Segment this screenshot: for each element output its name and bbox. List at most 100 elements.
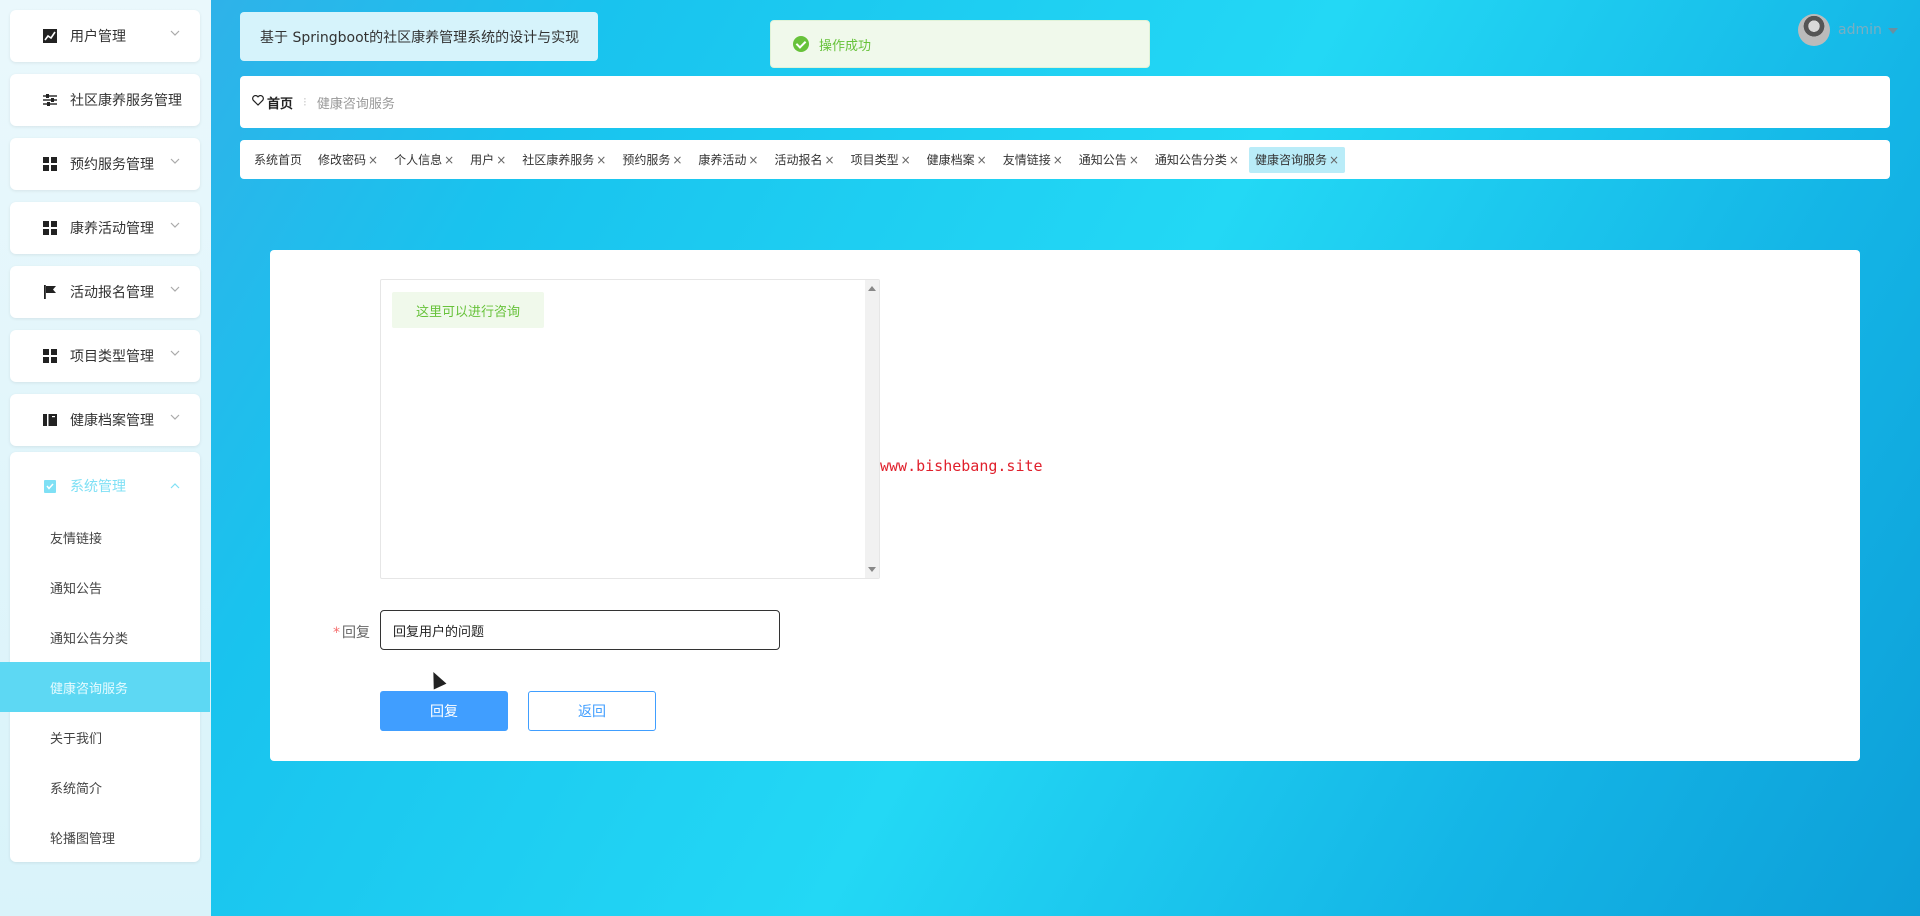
sidebar-item-activity[interactable]: 康养活动管理 — [10, 202, 200, 254]
flag-icon — [42, 284, 58, 300]
avatar — [1798, 14, 1830, 46]
sidebar-subitem-notice-categories[interactable]: 通知公告分类 — [10, 612, 200, 662]
sidebar-subitem-carousel[interactable]: 轮播图管理 — [10, 812, 200, 862]
close-icon[interactable]: × — [368, 153, 378, 167]
sidebar-item-signup[interactable]: 活动报名管理 — [10, 266, 200, 318]
close-icon[interactable]: × — [977, 153, 987, 167]
sidebar-subitem-system-intro[interactable]: 系统简介 — [10, 762, 200, 812]
scrollbar[interactable] — [865, 280, 879, 578]
reply-input[interactable] — [380, 610, 780, 650]
tags-bar: 系统首页 修改密码 × 个人信息 × 用户 × 社区康养服务 × 预约服务 × 康养活动 ×… — [240, 140, 1890, 179]
clipboard-check-icon — [42, 478, 58, 494]
tag-community-service[interactable]: 社区康养服务 × — [516, 147, 612, 173]
user-name: admin — [1838, 22, 1882, 38]
chevron-down-icon — [170, 350, 180, 356]
tag-friend-links[interactable]: 友情链接 × — [997, 147, 1069, 173]
tag-project-type[interactable]: 项目类型 × — [845, 147, 917, 173]
tag-label: 预约服务 — [622, 153, 671, 167]
tag-label: 友情链接 — [1002, 153, 1051, 167]
reply-label-text: 回复 — [342, 625, 370, 641]
scroll-down-icon[interactable] — [868, 567, 876, 572]
sidebar-item-user-management[interactable]: 用户管理 — [10, 10, 200, 62]
sidebar-subitem-health-consult[interactable]: 健康咨询服务 — [0, 662, 210, 712]
sidebar-item-health-records[interactable]: 健康档案管理 — [10, 394, 200, 446]
chevron-down-icon — [170, 286, 180, 292]
sidebar-item-label: 活动报名管理 — [70, 285, 154, 301]
close-icon[interactable]: × — [596, 153, 606, 167]
chevron-down-icon — [170, 30, 180, 36]
scroll-up-icon[interactable] — [868, 286, 876, 291]
sidebar-item-community-service[interactable]: 社区康养服务管理 — [10, 74, 200, 126]
heart-icon — [252, 94, 264, 110]
sidebar-item-label: 社区康养服务管理 — [70, 93, 182, 109]
tag-booking[interactable]: 预约服务 × — [616, 147, 688, 173]
breadcrumb-current: 健康咨询服务 — [316, 96, 395, 112]
close-icon[interactable]: × — [496, 153, 506, 167]
tag-label: 康养活动 — [698, 153, 747, 167]
sidebar-item-booking-service[interactable]: 预约服务管理 — [10, 138, 200, 190]
breadcrumb: 首页 ⁝ 健康咨询服务 — [240, 76, 1890, 128]
reply-label: * 回复 — [310, 622, 370, 642]
sidebar-subitem-about-us[interactable]: 关于我们 — [10, 712, 200, 762]
sidebar-group-system: 系统管理 友情链接 通知公告 通知公告分类 健康咨询服务 关于我们 系统简介 轮… — [0, 452, 210, 862]
tag-label: 社区康养服务 — [522, 153, 595, 167]
chart-line-icon — [42, 28, 58, 44]
tag-health-consult[interactable]: 健康咨询服务 × — [1248, 146, 1346, 173]
back-button[interactable]: 返回 — [528, 691, 656, 731]
breadcrumb-separator: ⁝ — [303, 95, 307, 109]
tag-signup[interactable]: 活动报名 × — [768, 147, 840, 173]
chat-history[interactable]: 这里可以进行咨询 — [380, 279, 880, 579]
tag-user[interactable]: 用户 × — [464, 147, 512, 173]
reply-submit-button[interactable]: 回复 — [380, 691, 508, 731]
grid-icon — [42, 156, 58, 172]
close-icon[interactable]: × — [901, 153, 911, 167]
tag-label: 用户 — [470, 153, 495, 167]
tag-health-records[interactable]: 健康档案 × — [921, 147, 993, 173]
toast-message: 操作成功 — [819, 38, 872, 54]
close-icon[interactable]: × — [444, 153, 454, 167]
close-icon[interactable]: × — [1229, 153, 1239, 167]
tag-change-password[interactable]: 修改密码 × — [312, 147, 384, 173]
user-menu[interactable]: admin — [1798, 14, 1898, 46]
tag-label: 活动报名 — [774, 153, 823, 167]
close-icon[interactable]: × — [748, 153, 758, 167]
app-title: 基于 Springboot的社区康养管理系统的设计与实现 — [240, 12, 598, 61]
breadcrumb-home[interactable]: 首页 — [252, 93, 293, 112]
tag-label: 通知公告 — [1078, 153, 1127, 167]
reply-form-card: 这里可以进行咨询 www.bishebang.site *回复 回复 返回 — [270, 250, 1860, 761]
close-icon[interactable]: × — [1329, 153, 1339, 167]
sidebar-item-system-management[interactable]: 系统管理 — [10, 452, 200, 520]
sliders-icon — [42, 92, 58, 108]
tag-label: 修改密码 — [318, 153, 367, 167]
grid-icon — [42, 220, 58, 236]
caret-down-icon — [1887, 28, 1898, 34]
close-icon[interactable]: × — [672, 153, 682, 167]
tag-label: 项目类型 — [850, 153, 899, 167]
close-icon[interactable]: × — [825, 153, 835, 167]
chevron-down-icon — [170, 414, 180, 420]
tag-home[interactable]: 系统首页 — [248, 147, 308, 173]
chat-message: 这里可以进行咨询 — [392, 292, 544, 328]
sidebar-subitem-notices[interactable]: 通知公告 — [10, 562, 200, 612]
sidebar-item-project-type[interactable]: 项目类型管理 — [10, 330, 200, 382]
grid-icon — [42, 348, 58, 364]
book-icon — [42, 412, 58, 428]
sidebar-item-label: 用户管理 — [70, 29, 126, 45]
close-icon[interactable]: × — [1053, 153, 1063, 167]
check-circle-icon — [793, 36, 809, 52]
sidebar-item-label: 预约服务管理 — [70, 157, 154, 173]
sidebar-item-label: 项目类型管理 — [70, 349, 154, 365]
tag-notices[interactable]: 通知公告 × — [1073, 147, 1145, 173]
chevron-down-icon — [170, 158, 180, 164]
tag-activity[interactable]: 康养活动 × — [692, 147, 764, 173]
success-toast: 操作成功 — [770, 20, 1150, 68]
sidebar-subitem-friend-links[interactable]: 友情链接 — [10, 512, 200, 562]
sidebar-item-label: 康养活动管理 — [70, 221, 154, 237]
tag-profile[interactable]: 个人信息 × — [388, 147, 460, 173]
tag-label: 健康咨询服务 — [1254, 153, 1327, 167]
close-icon[interactable]: × — [1129, 153, 1139, 167]
tag-notice-categories[interactable]: 通知公告分类 × — [1149, 147, 1245, 173]
sidebar-item-label: 健康档案管理 — [70, 413, 154, 429]
sidebar: 用户管理 社区康养服务管理 预约服务管理 康养活动管理 活动报名管理 项目类型管… — [0, 0, 211, 916]
tag-label: 系统首页 — [254, 153, 303, 167]
